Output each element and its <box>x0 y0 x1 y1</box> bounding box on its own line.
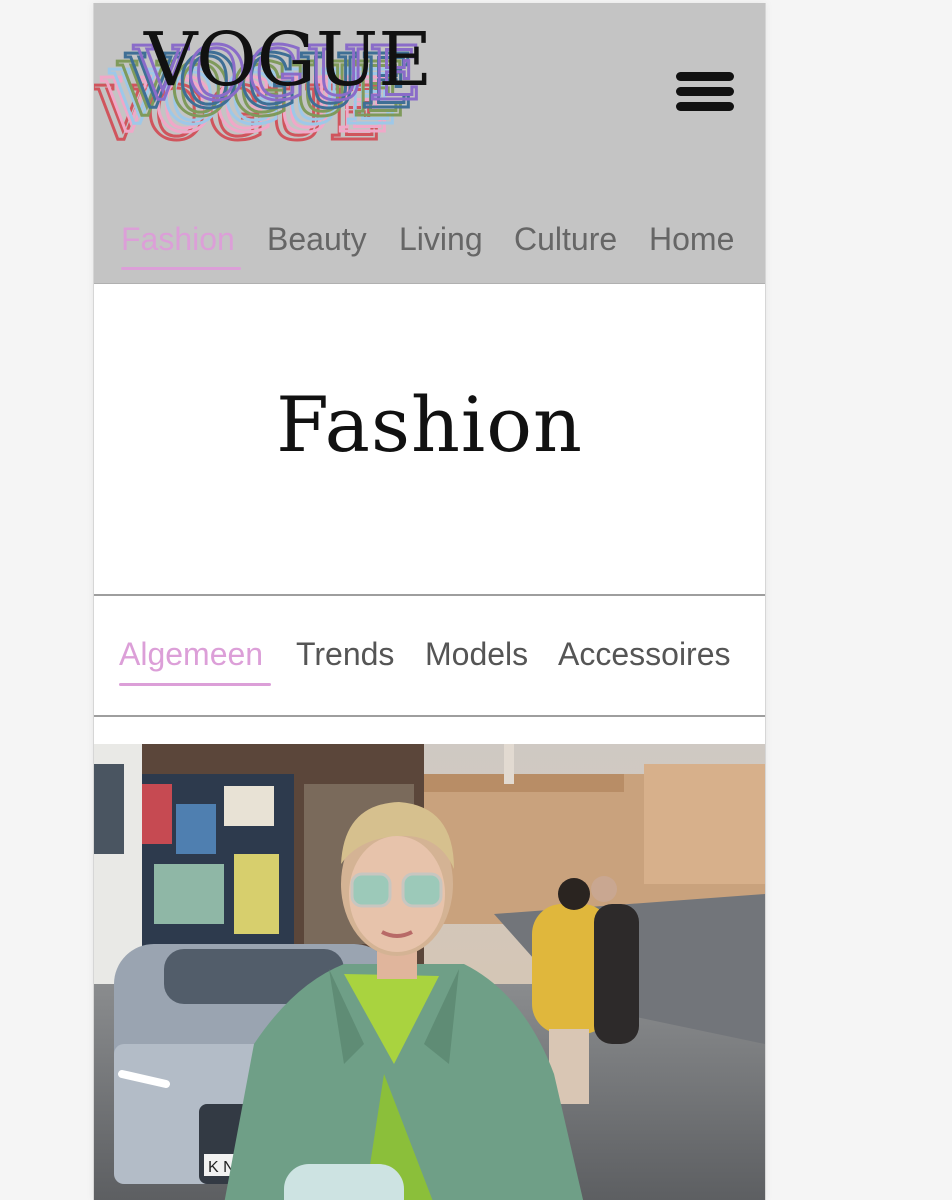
site-header: VOGUE VOGUE VOGUE VOGUE VOGUE VOGUE VOGU… <box>94 3 765 284</box>
hamburger-menu-icon[interactable] <box>672 67 738 119</box>
sub-tab-algemeen[interactable]: Algemeen <box>119 636 263 673</box>
nav-item-fashion[interactable]: Fashion <box>121 221 235 258</box>
active-subtab-underline <box>119 683 271 686</box>
mobile-viewport: VOGUE VOGUE VOGUE VOGUE VOGUE VOGUE VOGU… <box>93 3 766 1200</box>
sub-tab-accessoires[interactable]: Accessoires <box>558 636 731 673</box>
sub-navigation: Algemeen Trends Models Accessoires <box>94 596 765 717</box>
active-nav-underline <box>121 267 241 270</box>
nav-item-living[interactable]: Living <box>399 221 483 258</box>
logo-text: VOGUE <box>143 17 432 103</box>
main-navigation: Fashion Beauty Living Culture Home <box>94 211 765 271</box>
vogue-logo[interactable]: VOGUE VOGUE VOGUE VOGUE VOGUE VOGUE VOGU… <box>94 13 474 148</box>
page-title-section: Fashion <box>94 284 765 596</box>
nav-item-beauty[interactable]: Beauty <box>267 221 367 258</box>
hero-image[interactable]: K N <box>94 744 765 1200</box>
nav-item-home[interactable]: Home <box>649 221 734 258</box>
nav-item-culture[interactable]: Culture <box>514 221 617 258</box>
sub-tab-models[interactable]: Models <box>425 636 528 673</box>
sub-tab-trends[interactable]: Trends <box>296 636 394 673</box>
page-title: Fashion <box>276 380 583 469</box>
